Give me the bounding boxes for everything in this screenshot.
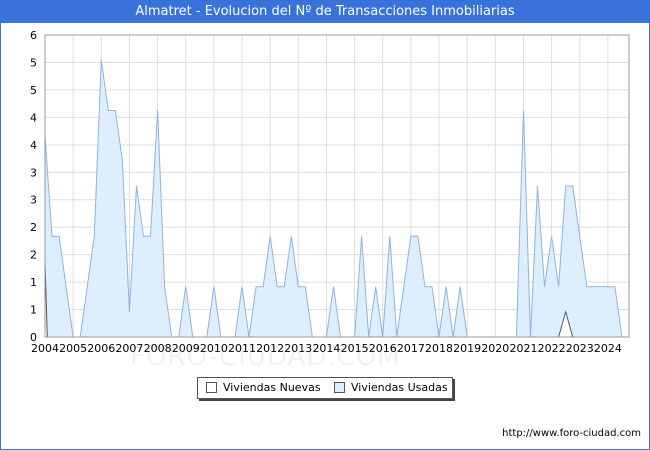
y-tick-label: 4 — [30, 139, 37, 152]
x-tick-label: 2018 — [425, 342, 453, 355]
y-tick-label: 5 — [30, 84, 37, 97]
y-tick-label: 5 — [30, 56, 37, 69]
y-tick-label: 3 — [30, 194, 37, 207]
x-tick-label: 2021 — [509, 342, 537, 355]
x-tick-label: 2020 — [481, 342, 509, 355]
legend-item-nuevas: Viviendas Nuevas — [206, 381, 321, 395]
y-tick-label: 2 — [30, 221, 37, 234]
x-tick-label: 2004 — [31, 342, 59, 355]
x-tick-label: 2007 — [115, 342, 143, 355]
x-tick-label: 2011 — [228, 342, 256, 355]
y-tick-label: 6 — [30, 29, 37, 42]
x-tick-label: 2024 — [594, 342, 622, 355]
series-areas — [44, 60, 623, 338]
x-tick-label: 2006 — [87, 342, 115, 355]
x-tick-label: 2017 — [397, 342, 425, 355]
x-tick-label: 2009 — [172, 342, 200, 355]
legend-label-nuevas: Viviendas Nuevas — [223, 381, 321, 394]
legend-swatch-nuevas — [206, 381, 217, 393]
x-tick-label: 2015 — [341, 342, 369, 355]
legend-label-usadas: Viviendas Usadas — [351, 381, 448, 394]
x-tick-label: 2013 — [284, 342, 312, 355]
x-tick-label: 2014 — [312, 342, 340, 355]
y-tick-label: 1 — [30, 304, 37, 317]
x-tick-label: 2012 — [256, 342, 284, 355]
x-tick-label: 2010 — [200, 342, 228, 355]
x-tick-label: 2005 — [59, 342, 87, 355]
legend: Viviendas Nuevas Viviendas Usadas — [197, 377, 453, 399]
x-axis: 2004 2005 2006 2007 2008 2009 2010 2011 2012 2013… — [31, 342, 622, 355]
y-axis: 011223344556 — [30, 29, 37, 344]
x-tick-label: 2016 — [369, 342, 397, 355]
x-tick-label: 2008 — [144, 342, 172, 355]
footer-url: http://www.foro-ciudad.com — [502, 428, 641, 439]
y-tick-label: 2 — [30, 249, 37, 262]
x-tick-label: 2019 — [453, 342, 481, 355]
x-tick-label: 2022 — [538, 342, 566, 355]
y-tick-label: 3 — [30, 166, 37, 179]
legend-swatch-usadas — [334, 381, 345, 393]
y-tick-label: 1 — [30, 276, 37, 289]
legend-item-usadas: Viviendas Usadas — [334, 381, 448, 395]
area-viviendas-usadas-fill — [45, 60, 622, 337]
y-tick-label: 4 — [30, 111, 37, 124]
x-tick-label: 2023 — [566, 342, 594, 355]
